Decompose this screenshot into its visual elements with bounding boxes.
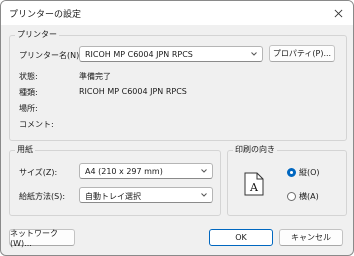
paper-size-select[interactable]: A4 (210 x 297 mm) bbox=[79, 163, 213, 179]
type-label: 種類: bbox=[19, 88, 38, 97]
type-value: RICOH MP C6004 JPN RPCS bbox=[79, 87, 187, 96]
printer-group-label: プリンター bbox=[15, 29, 59, 40]
ok-button[interactable]: OK bbox=[209, 229, 273, 246]
portrait-page-icon: A bbox=[244, 172, 264, 196]
printer-name-value: RICOH MP C6004 JPN RPCS bbox=[85, 50, 193, 59]
landscape-radio[interactable] bbox=[287, 192, 296, 201]
chevron-down-icon bbox=[201, 169, 207, 173]
landscape-label[interactable]: 横(A) bbox=[299, 191, 319, 202]
orientation-group-label: 印刷の向き bbox=[233, 144, 277, 155]
paper-size-value: A4 (210 x 297 mm) bbox=[85, 167, 163, 176]
close-button[interactable] bbox=[329, 4, 347, 22]
title-bar: プリンターの設定 bbox=[1, 1, 353, 25]
paper-source-select[interactable]: 自動トレイ選択 bbox=[79, 187, 213, 203]
close-icon bbox=[334, 9, 342, 17]
printer-name-select[interactable]: RICOH MP C6004 JPN RPCS bbox=[79, 46, 263, 62]
cancel-button[interactable]: キャンセル bbox=[279, 229, 343, 246]
paper-source-label: 給紙方法(S): bbox=[19, 192, 66, 201]
paper-source-value: 自動トレイ選択 bbox=[85, 192, 141, 201]
location-label: 場所: bbox=[19, 104, 38, 113]
chevron-down-icon bbox=[201, 193, 207, 197]
portrait-radio[interactable] bbox=[287, 168, 296, 177]
network-button[interactable]: ネットワーク(W)... bbox=[9, 229, 75, 248]
printer-setup-dialog: プリンターの設定 プリンター プリンター名(N): RICOH MP C6004… bbox=[0, 0, 354, 256]
printer-name-label: プリンター名(N): bbox=[19, 51, 82, 60]
comment-label: コメント: bbox=[19, 120, 54, 129]
chevron-down-icon bbox=[251, 52, 257, 56]
portrait-label[interactable]: 縦(O) bbox=[299, 167, 320, 178]
paper-group-label: 用紙 bbox=[15, 144, 35, 155]
window-title: プリンターの設定 bbox=[9, 10, 82, 20]
paper-group bbox=[9, 150, 221, 216]
portrait-glyph: A bbox=[249, 181, 259, 194]
paper-size-label: サイズ(Z): bbox=[19, 168, 58, 177]
status-value: 準備完了 bbox=[79, 72, 111, 81]
status-label: 状態: bbox=[19, 72, 38, 81]
properties-button[interactable]: プロパティ(P)... bbox=[269, 45, 335, 62]
